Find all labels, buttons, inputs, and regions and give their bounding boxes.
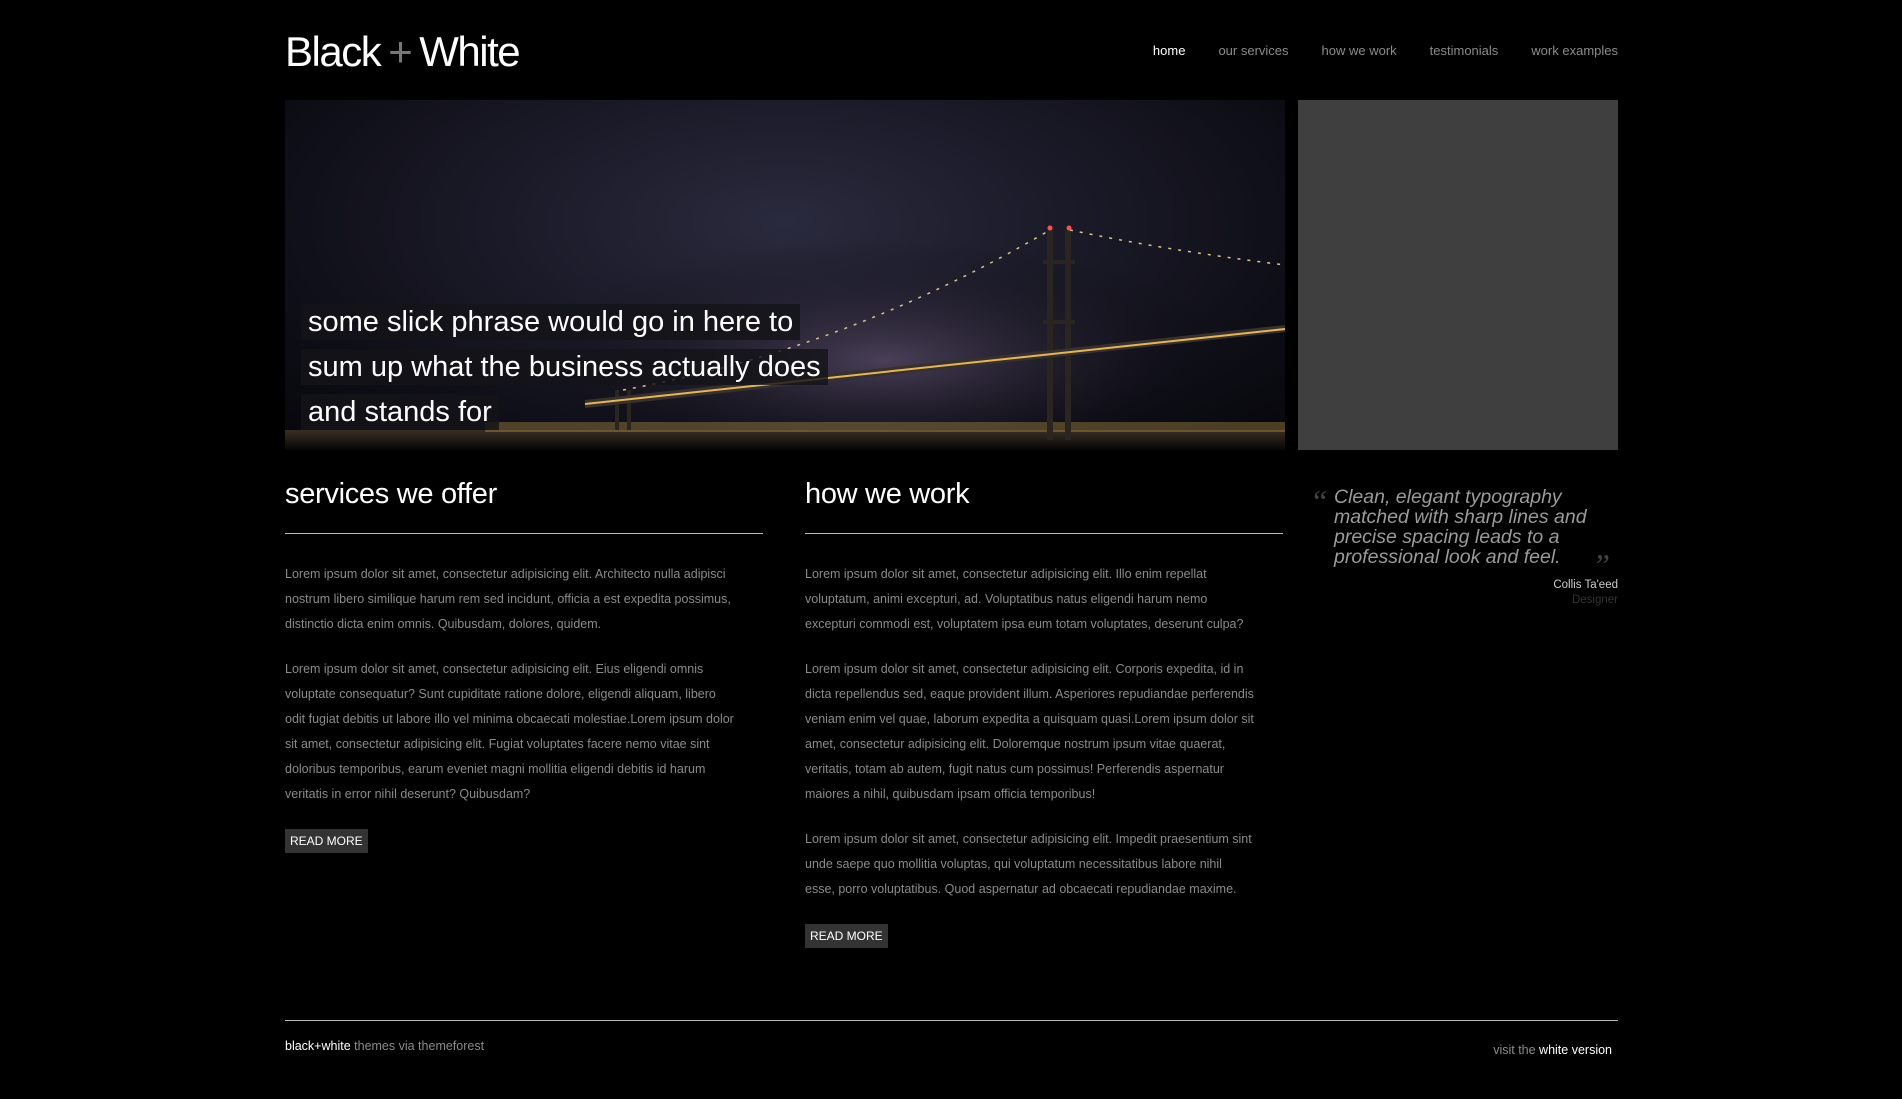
nav-work-examples[interactable]: work examples [1531,43,1618,58]
logo-plus: + [388,28,413,75]
footer-divider [285,1020,1618,1021]
footer-visit-prefix: visit the [1493,1043,1540,1057]
testimonial-quote: “ Clean, elegant typography matched with… [1310,483,1618,606]
services-paragraph-1: Lorem ipsum dolor sit amet, consectetur … [285,567,731,631]
quote-author-role: Designer [1571,594,1618,606]
services-read-more-button[interactable]: READ MORE [285,829,368,853]
hero-banner: some slick phrase would go in here to su… [285,100,1285,450]
page: Black + White home our services how we wor… [0,0,1902,1099]
nav-our-services[interactable]: our services [1218,43,1288,58]
hero-phrase-text: some slick phrase would go in here to su… [301,304,828,430]
services-section: services we offer Lorem ipsum dolor sit … [285,478,763,853]
site-logo[interactable]: Black + White [285,28,521,76]
footer-credit: black+white themes via themeforest [285,1039,484,1053]
nav-testimonials[interactable]: testimonials [1430,43,1499,58]
open-quote-icon: “ [1310,483,1328,519]
how-we-work-paragraph-3: Lorem ipsum dolor sit amet, consectetur … [805,832,1252,896]
white-version-link[interactable]: white version [1539,1043,1612,1057]
footer-tagline: themes via themeforest [350,1039,485,1053]
footer-brand: black+white [285,1039,351,1053]
how-we-work-section: how we work Lorem ipsum dolor sit amet, … [805,478,1283,948]
sidebar-placeholder-box [1298,100,1618,450]
how-we-work-paragraph-2: Lorem ipsum dolor sit amet, consectetur … [805,662,1254,801]
services-paragraph-2: Lorem ipsum dolor sit amet, consectetur … [285,662,734,801]
logo-white-text: White [419,28,520,75]
services-title: services we offer [285,478,763,534]
how-we-work-read-more-button[interactable]: READ MORE [805,924,888,948]
close-quote-icon: ” [1592,547,1610,583]
quote-text: Clean, elegant typography matched with s… [1334,486,1587,568]
footer-version-switch: visit the white version [1493,1043,1612,1057]
hero-phrase: some slick phrase would go in here to su… [301,300,828,435]
nav-home[interactable]: home [1153,43,1186,58]
how-we-work-paragraph-1: Lorem ipsum dolor sit amet, consectetur … [805,567,1244,631]
quote-author: Collis Ta'eed [1553,579,1618,591]
nav-how-we-work[interactable]: how we work [1322,43,1397,58]
main-nav: home our services how we work testimonia… [1153,43,1618,58]
logo-black-text: Black [285,28,382,75]
how-we-work-title: how we work [805,478,1283,534]
